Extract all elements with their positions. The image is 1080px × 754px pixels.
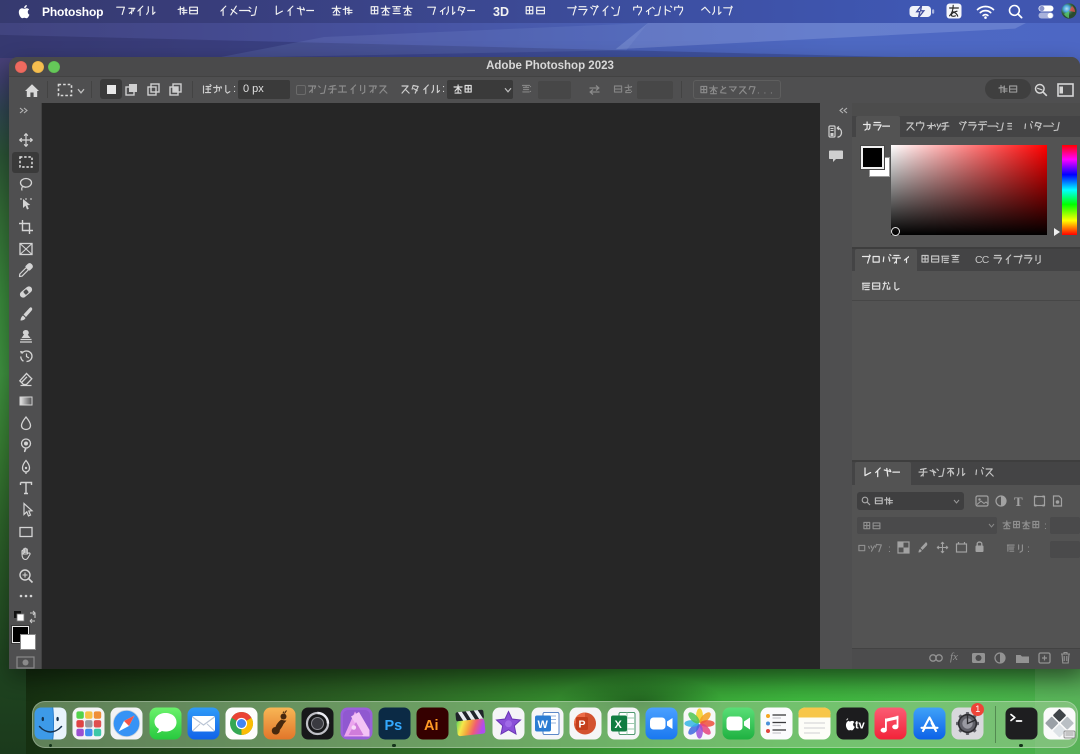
svg-text:Ps: Ps xyxy=(384,718,402,734)
svg-text:Ai: Ai xyxy=(424,718,439,734)
svg-text:.: . xyxy=(770,85,773,94)
svg-text:X: X xyxy=(615,719,623,731)
svg-text:.: . xyxy=(757,85,760,94)
svg-text:W: W xyxy=(537,719,548,731)
svg-text:C: C xyxy=(982,255,990,265)
svg-text:.: . xyxy=(763,85,766,94)
svg-text:P: P xyxy=(578,719,585,731)
svg-text:tv: tv xyxy=(855,719,866,731)
